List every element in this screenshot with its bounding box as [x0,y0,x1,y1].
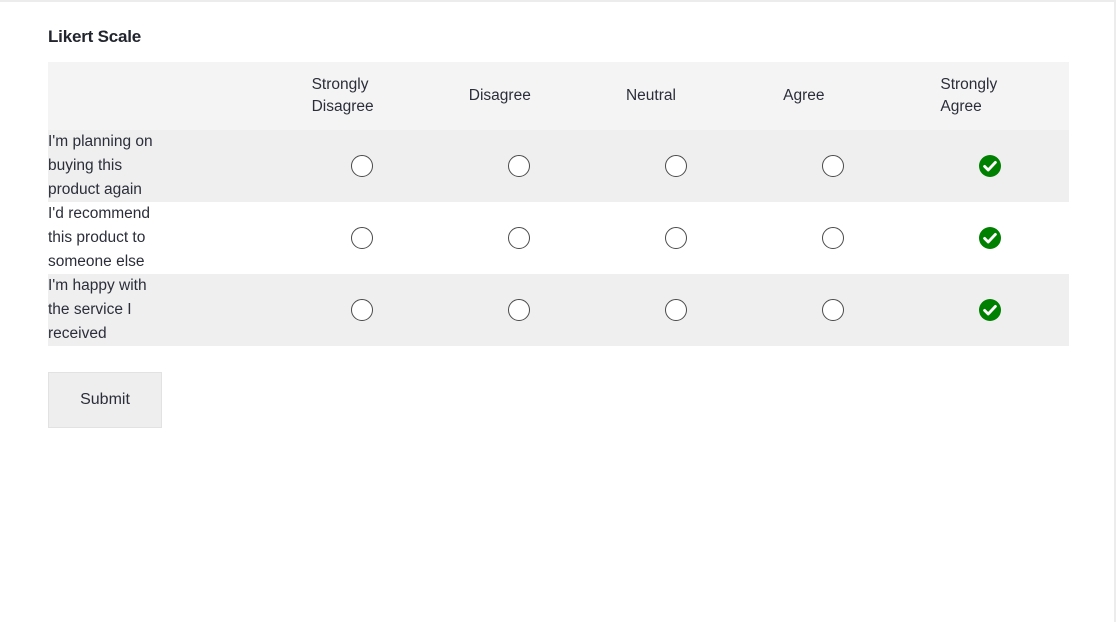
column-header-strongly-disagree: Strongly Disagree [283,62,440,130]
header-row: Strongly Disagree Disagree Neutral Agree… [48,62,1069,130]
radio-unchecked-icon[interactable] [822,299,845,321]
table-header: Strongly Disagree Disagree Neutral Agree… [48,62,1069,130]
radio-cell-agree[interactable] [755,274,912,346]
radio-unchecked-icon[interactable] [664,227,687,249]
column-header-disagree: Disagree [440,62,597,130]
radio-unchecked-icon[interactable] [822,227,845,249]
header-corner-cell [48,62,283,130]
likert-scale-table: Strongly Disagree Disagree Neutral Agree… [48,62,1069,346]
column-header-agree: Agree [755,62,912,130]
radio-unchecked-icon[interactable] [822,155,845,177]
question-text: I'm happy with the service I received [48,277,147,342]
column-header-label: Strongly Agree [940,76,998,115]
column-header-label: Neutral [625,87,676,104]
radio-unchecked-icon[interactable] [664,299,687,321]
radio-cell-disagree[interactable] [440,274,597,346]
column-header-label: Agree [783,87,825,104]
radio-unchecked-icon[interactable] [350,227,373,249]
page-title: Likert Scale [48,27,142,46]
radio-cell-strongly-disagree[interactable] [283,202,440,274]
question-label: I'm happy with the service I received [48,274,283,346]
form-actions: Submit [48,372,1069,428]
question-text: I'd recommend this product to someone el… [48,205,151,270]
question-label: I'd recommend this product to someone el… [48,202,283,274]
table-row: I'm happy with the service I received [48,274,1069,346]
radio-cell-strongly-agree[interactable] [912,274,1069,346]
radio-cell-strongly-disagree[interactable] [283,130,440,202]
submit-button[interactable]: Submit [48,372,162,428]
column-header-strongly-agree: Strongly Agree [912,62,1069,130]
column-header-label: Strongly Disagree [311,76,374,115]
radio-unchecked-icon[interactable] [507,227,530,249]
column-header-label: Disagree [468,87,531,104]
question-label: I'm planning on buying this product agai… [48,130,283,202]
table-row: I'm planning on buying this product agai… [48,130,1069,202]
radio-unchecked-icon[interactable] [664,155,687,177]
radio-cell-neutral[interactable] [597,202,754,274]
radio-unchecked-icon[interactable] [350,155,373,177]
radio-cell-neutral[interactable] [597,274,754,346]
radio-cell-agree[interactable] [755,202,912,274]
radio-unchecked-icon[interactable] [507,155,530,177]
table-row: I'd recommend this product to someone el… [48,202,1069,274]
radio-cell-agree[interactable] [755,130,912,202]
radio-cell-strongly-disagree[interactable] [283,274,440,346]
radio-unchecked-icon[interactable] [507,299,530,321]
check-circle-filled-icon[interactable] [978,298,1002,322]
radio-cell-disagree[interactable] [440,130,597,202]
radio-cell-disagree[interactable] [440,202,597,274]
likert-scale-page: Likert Scale Strongly Disagree Disagree … [0,0,1116,622]
radio-cell-strongly-agree[interactable] [912,202,1069,274]
question-text: I'm planning on buying this product agai… [48,133,153,198]
form-content: Likert Scale Strongly Disagree Disagree … [48,26,1069,428]
radio-cell-strongly-agree[interactable] [912,130,1069,202]
column-header-neutral: Neutral [597,62,754,130]
radio-unchecked-icon[interactable] [350,299,373,321]
check-circle-filled-icon[interactable] [978,154,1002,178]
radio-cell-neutral[interactable] [597,130,754,202]
table-body: I'm planning on buying this product agai… [48,130,1069,346]
check-circle-filled-icon[interactable] [978,226,1002,250]
